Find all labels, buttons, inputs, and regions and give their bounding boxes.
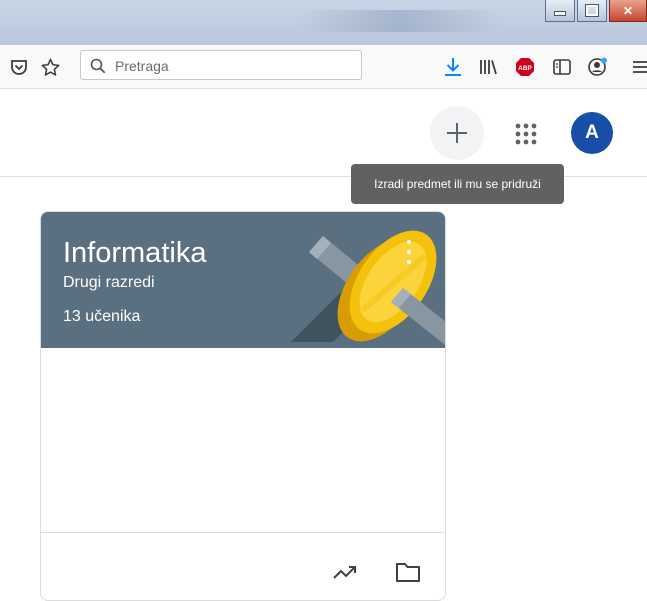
more-options-icon[interactable] xyxy=(401,240,417,264)
window-titlebar: ✕ xyxy=(0,0,647,45)
bookmark-star-icon[interactable] xyxy=(40,57,60,77)
apps-grid-icon xyxy=(515,123,537,145)
minimize-button[interactable] xyxy=(545,0,575,22)
gradebook-button[interactable] xyxy=(331,558,359,586)
tooltip-text: Izradi predmet ili mu se pridruži xyxy=(374,177,541,191)
account-avatar[interactable]: A xyxy=(571,112,613,154)
pocket-icon[interactable] xyxy=(9,57,29,77)
account-icon[interactable] xyxy=(588,57,608,77)
create-join-class-button[interactable] xyxy=(430,106,484,160)
download-icon[interactable] xyxy=(443,57,463,77)
adblock-plus-icon[interactable]: ABP xyxy=(515,57,535,77)
class-card[interactable]: Informatika Drugi razredi 13 učenika xyxy=(40,211,446,601)
browser-toolbar: ABP xyxy=(0,45,647,89)
plus-icon xyxy=(447,123,467,143)
search-field[interactable] xyxy=(80,50,362,80)
class-student-count: 13 učenika xyxy=(63,308,141,325)
folder-icon xyxy=(396,563,420,582)
window-title-area xyxy=(300,10,500,32)
library-icon[interactable] xyxy=(479,57,499,77)
menu-icon[interactable] xyxy=(631,57,647,77)
class-card-banner[interactable]: Informatika Drugi razredi 13 učenika xyxy=(41,212,445,348)
search-icon xyxy=(90,58,106,79)
maximize-button[interactable] xyxy=(577,0,607,22)
window-controls: ✕ xyxy=(543,0,647,26)
class-title[interactable]: Informatika xyxy=(63,236,206,270)
adblock-label: ABP xyxy=(518,65,532,72)
google-apps-button[interactable] xyxy=(508,116,544,152)
class-section: Drugi razredi xyxy=(63,274,155,291)
sidebar-icon[interactable] xyxy=(552,57,572,77)
create-join-tooltip: Izradi predmet ili mu se pridruži xyxy=(351,164,564,204)
card-divider xyxy=(41,532,445,533)
search-input[interactable] xyxy=(113,55,357,77)
class-drive-folder-button[interactable] xyxy=(394,558,422,586)
close-button[interactable]: ✕ xyxy=(609,0,647,22)
avatar-initial: A xyxy=(585,122,599,143)
trending-up-icon xyxy=(333,566,356,579)
